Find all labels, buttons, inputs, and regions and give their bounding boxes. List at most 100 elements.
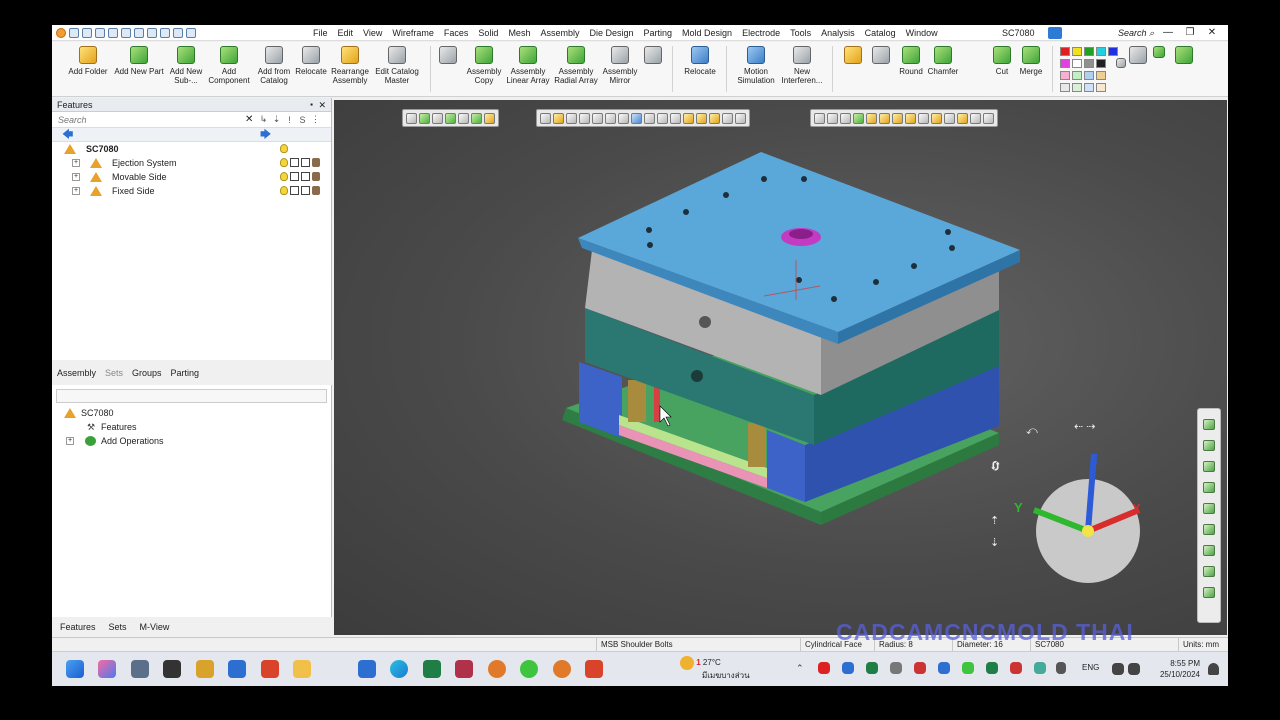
back-arrow-icon[interactable]: 🡄 <box>62 129 73 141</box>
store-icon[interactable] <box>228 660 246 678</box>
dimension-button[interactable] <box>870 46 892 67</box>
tree-item[interactable]: + Movable Side <box>52 170 331 184</box>
table-tool-button[interactable] <box>642 46 664 67</box>
lock-box-icon[interactable] <box>301 186 310 195</box>
menu-mold-design[interactable]: Mold Design <box>677 25 737 41</box>
cimatron-icon[interactable] <box>488 660 506 678</box>
lightbulb-icon[interactable] <box>280 158 288 167</box>
tray-chevron-icon[interactable]: ⌃ <box>796 664 804 673</box>
color-swatch-green[interactable] <box>1084 47 1094 56</box>
relocate-2-button[interactable]: Relocate <box>680 46 720 76</box>
gallery-icon[interactable] <box>131 660 149 678</box>
cad-app-icon[interactable] <box>261 660 279 678</box>
strip-save-view-icon[interactable] <box>1203 503 1215 514</box>
layout-icon[interactable] <box>173 27 183 38</box>
brush-icon[interactable] <box>312 172 320 181</box>
print-icon[interactable] <box>95 27 105 38</box>
edit-catalog-master-button[interactable]: Edit Catalog Master <box>372 46 422 85</box>
start-icon[interactable] <box>66 660 84 678</box>
lock-box-icon[interactable] <box>301 172 310 181</box>
forward-arrow-icon[interactable]: 🡆 <box>260 129 271 141</box>
menu-window[interactable]: Window <box>901 25 943 41</box>
line-app-icon[interactable] <box>520 660 538 678</box>
tray-36-icon[interactable] <box>866 662 878 674</box>
color-swatch-gray[interactable] <box>1084 59 1094 68</box>
tab-parting[interactable]: Parting <box>166 364 204 382</box>
strip-snap-icon[interactable] <box>1203 440 1215 451</box>
assembly-tree-features[interactable]: ⚒ Features <box>52 420 331 434</box>
visibility-box-icon[interactable] <box>290 186 299 195</box>
strip-rotate-icon[interactable] <box>1203 482 1215 493</box>
menu-parting[interactable]: Parting <box>639 25 678 41</box>
visibility-box-icon[interactable] <box>290 158 299 167</box>
tree-root[interactable]: SC7080 <box>52 142 331 156</box>
menu-solid[interactable]: Solid <box>473 25 503 41</box>
color-swatch-blue[interactable] <box>1108 47 1118 56</box>
menu-mesh[interactable]: Mesh <box>503 25 535 41</box>
tray-shield-icon[interactable] <box>842 662 854 674</box>
tab-features[interactable]: Features <box>52 619 101 635</box>
chamfer-button[interactable]: Chamfer <box>926 46 960 76</box>
add-new-part-button[interactable]: Add New Part <box>112 46 166 76</box>
clear-search-icon[interactable]: ✕ <box>245 114 257 125</box>
tray-sync-icon[interactable] <box>1034 662 1046 674</box>
tray-cloud-icon[interactable] <box>890 662 902 674</box>
strip-export-icon[interactable] <box>1203 545 1215 556</box>
notepad-icon[interactable] <box>358 660 376 678</box>
menu-die-design[interactable]: Die Design <box>584 25 638 41</box>
tray-network-icon[interactable] <box>938 662 950 674</box>
color-swatch-light-green[interactable] <box>1072 71 1082 80</box>
sort-icon[interactable]: ⇣ <box>270 114 283 125</box>
tab-m-view[interactable]: M-View <box>132 619 175 635</box>
filter-icon[interactable]: ↳ <box>257 114 270 125</box>
expand-icon[interactable]: + <box>72 173 80 181</box>
settings-icon[interactable] <box>108 27 118 38</box>
strip-render-icon[interactable] <box>1203 587 1215 598</box>
save-icon[interactable] <box>69 27 79 38</box>
color-swatch-pink[interactable] <box>1060 71 1070 80</box>
color-swatch-magenta[interactable] <box>1060 59 1070 68</box>
expand-icon[interactable]: + <box>72 187 80 195</box>
add-new-sub-button[interactable]: Add New Sub-... <box>166 46 206 85</box>
round-button[interactable]: Round <box>896 46 926 76</box>
command-search[interactable]: Search ⌕ <box>1118 25 1154 41</box>
wifi-icon[interactable] <box>1112 663 1124 675</box>
menu-analysis[interactable]: Analysis <box>816 25 860 41</box>
snipping-tool-icon[interactable] <box>455 660 473 678</box>
menu-catalog[interactable]: Catalog <box>860 25 901 41</box>
pin-icon[interactable]: ▪ <box>310 98 313 112</box>
tray-39-icon[interactable] <box>986 662 998 674</box>
volume-icon[interactable] <box>1128 663 1140 675</box>
recorder-icon[interactable] <box>163 660 181 678</box>
menu-assembly[interactable]: Assembly <box>535 25 584 41</box>
redo-icon[interactable] <box>147 27 157 38</box>
refresh-icon[interactable] <box>160 27 170 38</box>
add-component-button[interactable]: Add Component <box>206 46 252 85</box>
color-swatch-yellow[interactable] <box>1072 47 1082 56</box>
expand-icon[interactable]: + <box>66 437 74 445</box>
eyedropper-button[interactable] <box>1114 58 1128 71</box>
app-logo-icon[interactable] <box>56 27 66 38</box>
assembly-mirror-button[interactable]: Assembly Mirror <box>600 46 640 85</box>
merge-button[interactable]: Merge <box>1016 46 1046 76</box>
expand-icon[interactable]: + <box>72 159 80 167</box>
features-search-input[interactable]: Search <box>52 115 245 125</box>
excel-icon[interactable] <box>423 660 441 678</box>
tab-assembly[interactable]: Assembly <box>52 364 100 382</box>
menu-view[interactable]: View <box>358 25 387 41</box>
brush-icon[interactable] <box>312 158 320 167</box>
color-swatch-red[interactable] <box>1060 47 1070 56</box>
tab-groups[interactable]: Groups <box>127 364 166 382</box>
tree-item[interactable]: + Fixed Side <box>52 184 331 198</box>
file-explorer-icon[interactable] <box>293 660 311 678</box>
tray-app-icon[interactable] <box>818 662 830 674</box>
grid-icon[interactable] <box>121 27 131 38</box>
color-swatch-cyan[interactable] <box>1096 47 1106 56</box>
brush-icon[interactable] <box>312 186 320 195</box>
cut-button[interactable]: Cut <box>990 46 1014 76</box>
linear-array-button[interactable]: Assembly Linear Array <box>504 46 552 85</box>
color-swatch-sky[interactable] <box>1084 83 1094 92</box>
close-panel-icon[interactable]: ✕ <box>318 98 326 112</box>
assembly-copy-button[interactable]: Assembly Copy <box>464 46 504 85</box>
tab-sets[interactable]: Sets <box>100 364 127 382</box>
